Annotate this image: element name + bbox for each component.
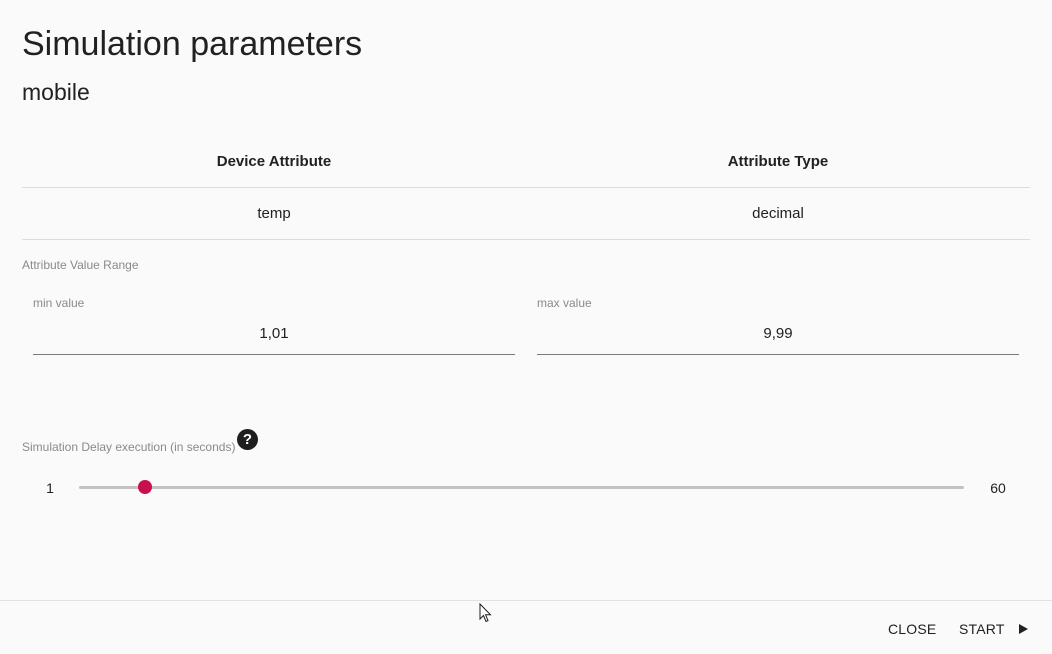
min-value-input[interactable] — [33, 320, 515, 346]
slider-min-label: 1 — [46, 480, 54, 496]
min-value-field: min value — [33, 296, 515, 355]
dialog-actions: CLOSE START — [0, 600, 1052, 654]
dialog-title: Simulation parameters — [22, 25, 363, 63]
attribute-value-range-label: Attribute Value Range — [22, 258, 139, 272]
max-value-input[interactable] — [537, 320, 1019, 346]
delay-slider-track[interactable] — [79, 486, 964, 489]
play-icon[interactable] — [1019, 624, 1028, 634]
column-header-device-attribute: Device Attribute — [216, 153, 332, 170]
start-button[interactable]: START — [959, 621, 1005, 637]
attribute-table: Device Attribute Attribute Type temp dec… — [22, 136, 1030, 240]
table-header-row: Device Attribute Attribute Type — [22, 136, 1030, 188]
slider-max-label: 60 — [990, 480, 1006, 496]
cell-attribute-type: decimal — [752, 205, 804, 222]
max-value-label: max value — [537, 296, 592, 310]
cell-device-attribute: temp — [257, 205, 291, 222]
simulation-parameters-dialog: Simulation parameters mobile Device Attr… — [0, 0, 1052, 654]
question-circle-icon[interactable]: ? — [237, 429, 258, 450]
min-value-label: min value — [33, 296, 85, 310]
close-button[interactable]: CLOSE — [888, 621, 936, 637]
max-value-field: max value — [537, 296, 1019, 355]
delay-slider-thumb[interactable] — [138, 480, 153, 494]
table-row: temp decimal — [22, 188, 1030, 240]
mouse-cursor-icon — [479, 603, 492, 623]
device-name: mobile — [22, 79, 90, 105]
column-header-attribute-type: Attribute Type — [727, 153, 829, 170]
simulation-delay-label: Simulation Delay execution (in seconds) — [22, 440, 236, 454]
